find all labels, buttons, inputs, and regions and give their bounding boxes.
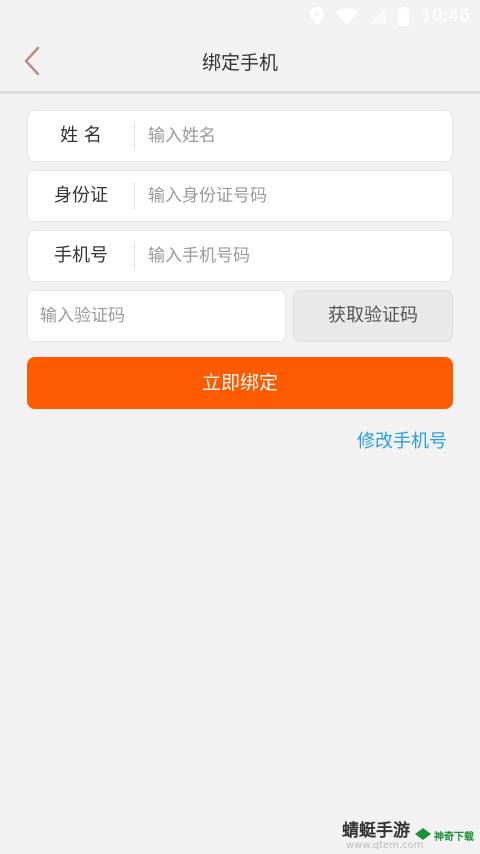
watermark-url: www.qtem.com: [346, 840, 424, 851]
badge-logo-icon: [415, 827, 431, 843]
divider: [134, 123, 135, 149]
location-icon: [310, 7, 324, 25]
code-field-row: [27, 290, 286, 342]
battery-icon: [398, 6, 409, 26]
id-card-input[interactable]: [148, 171, 438, 221]
code-input[interactable]: [40, 291, 275, 341]
watermark-badge-text: 神奇下载: [434, 831, 474, 843]
name-input[interactable]: [148, 111, 438, 161]
modify-phone-link[interactable]: 修改手机号: [357, 428, 447, 456]
wifi-icon: [336, 7, 358, 25]
phone-field-row: 手机号: [27, 230, 453, 282]
phone-label: 手机号: [54, 245, 108, 266]
name-field-row: 姓 名: [27, 110, 453, 162]
name-label: 姓 名: [60, 125, 102, 146]
nav-bar: 绑定手机: [0, 32, 480, 94]
watermark-text: 蜻蜓手游: [342, 821, 410, 841]
divider: [134, 183, 135, 209]
divider: [134, 243, 135, 269]
chevron-left-icon: [22, 46, 42, 80]
status-icons: 10:46: [310, 5, 470, 27]
watermark-badge: 神奇下载: [415, 826, 474, 844]
page-title: 绑定手机: [201, 52, 278, 74]
phone-input[interactable]: [148, 231, 438, 281]
signal-icon: [370, 8, 386, 24]
id-card-field-row: 身份证: [27, 170, 453, 222]
get-code-button[interactable]: 获取验证码: [293, 290, 453, 342]
status-bar: 10:46: [0, 0, 480, 32]
status-time: 10:46: [421, 6, 470, 26]
bind-now-button[interactable]: 立即绑定: [27, 357, 453, 409]
id-card-label: 身份证: [54, 185, 108, 206]
watermark: 蜻蜓手游 www.qtem.com 神奇下载: [338, 812, 480, 854]
back-button[interactable]: [14, 44, 50, 82]
